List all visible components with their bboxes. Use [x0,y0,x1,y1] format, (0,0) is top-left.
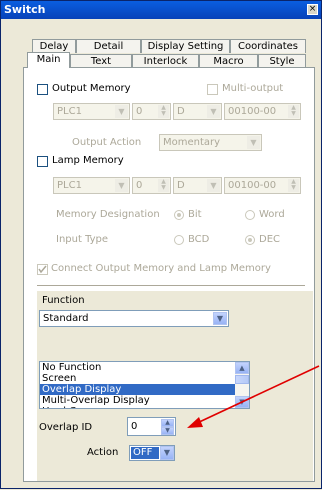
annotation-arrow-icon [187,365,320,428]
switch-dialog: Switch × Delay Detail Display Setting Co… [0,0,322,489]
tab-main[interactable]: Main [27,52,70,68]
